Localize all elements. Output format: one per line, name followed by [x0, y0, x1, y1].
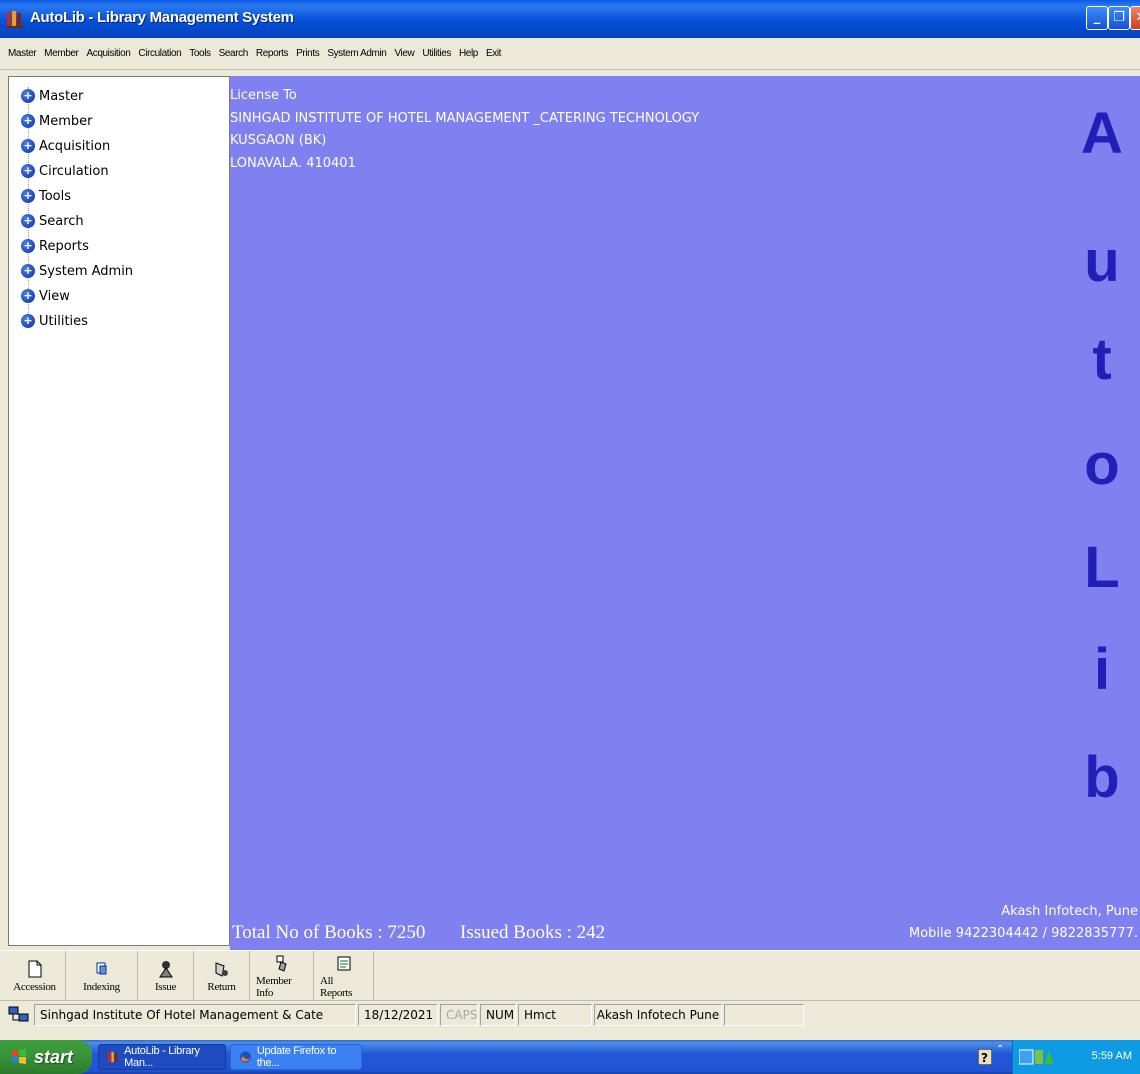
- network-computer-icon: [8, 1006, 29, 1021]
- banner-letter: i: [1093, 637, 1111, 702]
- issued-books-count: Issued Books : 242: [460, 922, 606, 943]
- menu-utilities[interactable]: Utilities: [418, 46, 455, 62]
- expand-icon[interactable]: +: [21, 189, 35, 203]
- vendor-mobile: Mobile 9422304442 / 9822835777.: [909, 926, 1138, 941]
- member-info-icon: [276, 955, 287, 972]
- status-date: 18/12/2021: [358, 1003, 438, 1026]
- tree-node-master[interactable]: + Master: [21, 85, 83, 107]
- expand-icon[interactable]: +: [21, 264, 35, 278]
- menu-help[interactable]: Help: [455, 46, 482, 62]
- issue-icon: [158, 961, 173, 978]
- menu-master[interactable]: Master: [4, 46, 40, 62]
- status-empty-panel: [724, 1003, 804, 1026]
- tree-node-tools[interactable]: + Tools: [21, 185, 71, 207]
- restore-button[interactable]: ❐: [1108, 6, 1130, 30]
- main-display-area: License To SINHGAD INSTITUTE OF HOTEL MA…: [230, 76, 1140, 950]
- autolib-app-icon: [6, 11, 24, 28]
- menu-search[interactable]: Search: [215, 46, 252, 62]
- expand-icon[interactable]: +: [21, 89, 35, 103]
- menu-member[interactable]: Member: [40, 46, 82, 62]
- start-button[interactable]: start: [0, 1040, 92, 1074]
- accession-button[interactable]: Accession: [4, 951, 66, 1001]
- document-icon: [28, 960, 41, 978]
- tree-node-reports[interactable]: + Reports: [21, 235, 89, 257]
- expand-icon[interactable]: +: [21, 289, 35, 303]
- tree-node-view[interactable]: + View: [21, 285, 70, 307]
- taskbar-autolib[interactable]: AutoLib - Library Man...: [98, 1044, 226, 1070]
- menu-prints[interactable]: Prints: [292, 46, 323, 62]
- menu-acquisition[interactable]: Acquisition: [82, 46, 134, 62]
- tree-node-system-admin[interactable]: + System Admin: [21, 260, 133, 282]
- help-icon[interactable]: ?: [978, 1049, 992, 1065]
- tree-node-member[interactable]: + Member: [21, 110, 92, 132]
- return-icon: [215, 962, 228, 977]
- svg-text:?: ?: [981, 1051, 988, 1065]
- status-caps: CAPS: [440, 1003, 478, 1026]
- system-tray: ? ⌃ 5:59 AM: [972, 1040, 1140, 1074]
- navigation-tree: + Master + Member + Acquisition + Circulatio…: [8, 76, 230, 946]
- tree-node-utilities[interactable]: + Utilities: [21, 310, 88, 332]
- tree-node-acquisition[interactable]: + Acquisition: [21, 135, 110, 157]
- menu-exit[interactable]: Exit: [482, 46, 505, 62]
- taskbar-firefox[interactable]: Update Firefox to the...: [230, 1044, 362, 1070]
- status-vendor: Akash Infotech Pune: [594, 1003, 722, 1026]
- expand-icon[interactable]: +: [21, 114, 35, 128]
- minimize-button[interactable]: _: [1086, 6, 1108, 30]
- status-user: Hmct: [518, 1003, 592, 1026]
- banner-letter: t: [1092, 327, 1112, 392]
- indexing-button[interactable]: Indexing: [66, 951, 138, 1001]
- reports-icon: [337, 956, 350, 971]
- window-title: AutoLib - Library Management System: [30, 9, 294, 26]
- license-address-1: KUSGAON (BK): [230, 133, 327, 148]
- menu-view[interactable]: View: [390, 46, 418, 62]
- tray-chevron-icon[interactable]: ⌃: [996, 1044, 1004, 1055]
- status-bar: Sinhgad Institute Of Hotel Management & …: [0, 1000, 1140, 1028]
- system-clock[interactable]: 5:59 AM: [1092, 1050, 1132, 1062]
- banner-letter: u: [1084, 229, 1120, 294]
- quick-toolbar: Accession Indexing Issue Return Member I…: [0, 950, 1140, 1001]
- close-button[interactable]: ✕: [1130, 6, 1140, 30]
- status-institute: Sinhgad Institute Of Hotel Management & …: [34, 1003, 356, 1026]
- license-institute: SINHGAD INSTITUTE OF HOTEL MANAGEMENT _C…: [230, 111, 700, 126]
- taskbar: start AutoLib - Library Man... Update Fi…: [0, 1040, 1140, 1074]
- menu-circulation[interactable]: Circulation: [134, 46, 185, 62]
- menu-system-admin[interactable]: System Admin: [323, 46, 390, 62]
- license-address-2: LONAVALA. 410401: [230, 156, 356, 171]
- return-button[interactable]: Return: [194, 951, 250, 1001]
- expand-icon[interactable]: +: [21, 164, 35, 178]
- windows-flag-icon: [12, 1049, 26, 1064]
- expand-icon[interactable]: +: [21, 314, 35, 328]
- banner-letter: o: [1084, 432, 1120, 497]
- license-heading: License To: [230, 88, 297, 103]
- member-info-button[interactable]: Member Info: [250, 951, 314, 1001]
- firefox-icon: [239, 1051, 251, 1063]
- expand-icon[interactable]: +: [21, 214, 35, 228]
- tree-node-circulation[interactable]: + Circulation: [21, 160, 109, 182]
- menu-tools[interactable]: Tools: [185, 46, 214, 62]
- title-bar[interactable]: AutoLib - Library Management System _ ❐ …: [0, 0, 1140, 38]
- indexing-icon: [96, 962, 106, 975]
- all-reports-button[interactable]: All Reports: [314, 951, 374, 1001]
- vendor-company: Akash Infotech, Pune: [1001, 904, 1138, 919]
- autolib-app-icon: [107, 1051, 118, 1063]
- status-num: NUM: [480, 1003, 516, 1026]
- banner-letter: L: [1084, 535, 1120, 600]
- issue-button[interactable]: Issue: [138, 951, 194, 1001]
- notification-area: 5:59 AM: [1012, 1040, 1140, 1074]
- expand-icon[interactable]: +: [21, 139, 35, 153]
- menu-reports[interactable]: Reports: [252, 46, 292, 62]
- banner-letter: A: [1081, 101, 1123, 166]
- menu-bar: Master Member Acquisition Circulation To…: [0, 38, 1140, 70]
- banner-letter: b: [1084, 745, 1120, 810]
- total-books-count: Total No of Books : 7250: [232, 922, 426, 943]
- expand-icon[interactable]: +: [21, 239, 35, 253]
- tree-node-search[interactable]: + Search: [21, 210, 84, 232]
- tray-app-icons[interactable]: [1019, 1049, 1055, 1065]
